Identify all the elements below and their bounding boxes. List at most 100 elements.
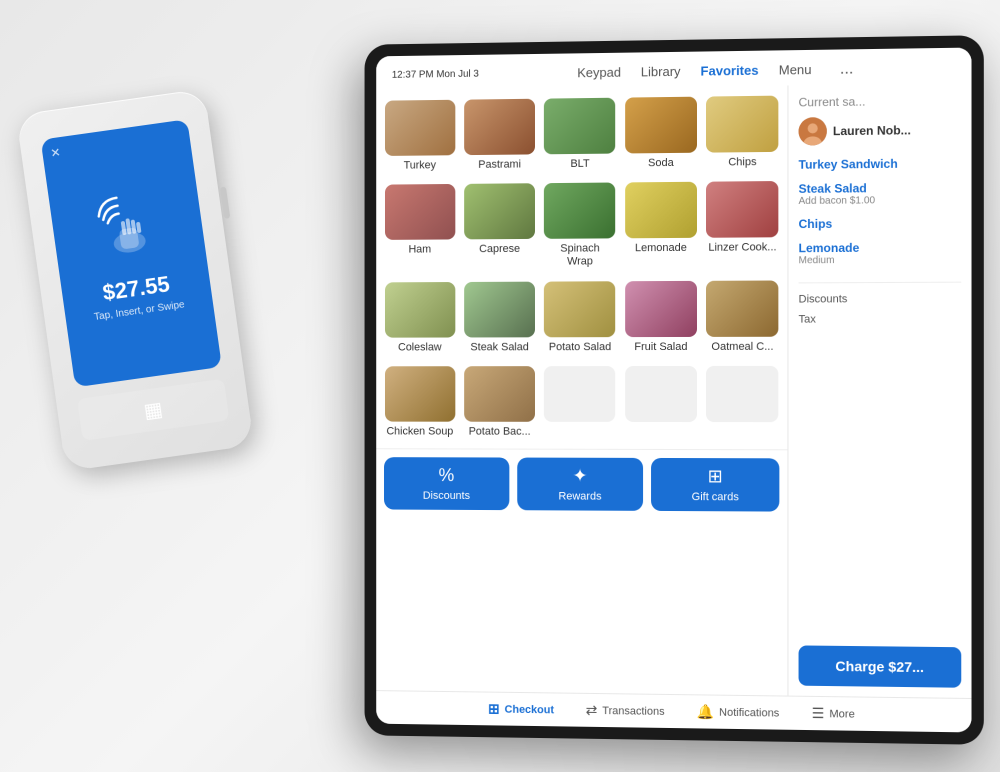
- menu-item-linzer[interactable]: Linzer Cook...: [702, 175, 784, 274]
- more-nav-label: More: [829, 708, 854, 720]
- menu-item-oatmeal[interactable]: Oatmeal C...: [702, 274, 784, 360]
- menu-img-turkey: [385, 100, 455, 156]
- menu-img-oatmeal: [706, 280, 778, 336]
- bottom-nav-transactions[interactable]: ⇄ Transactions: [586, 702, 665, 720]
- menu-item-empty-2: [620, 360, 701, 445]
- tablet-bottom-nav: ⊞ Checkout ⇄ Transactions 🔔 Notification…: [376, 690, 971, 732]
- menu-img-spinach: [544, 183, 615, 239]
- bottom-nav-more[interactable]: ☰ More: [812, 705, 855, 723]
- more-icon: ☰: [812, 705, 825, 722]
- sale-item-sub-steak: Add bacon $1.00: [799, 195, 962, 207]
- sale-item-name-steak: Steak Salad: [799, 180, 962, 196]
- gift-card-icon: ⊞: [708, 466, 723, 487]
- checkout-nav-label: Checkout: [505, 703, 554, 716]
- bottom-nav-notifications[interactable]: 🔔 Notifications: [697, 703, 780, 721]
- menu-label-potato-salad: Potato Salad: [549, 341, 611, 354]
- menu-img-empty-1: [544, 366, 615, 422]
- menu-item-chips[interactable]: Chips: [702, 90, 784, 176]
- menu-item-empty-1: [540, 360, 621, 445]
- menu-img-caprese: [464, 183, 535, 239]
- menu-label-pastrami: Pastrami: [478, 159, 521, 173]
- menu-label-potato-bac: Potato Bac...: [469, 425, 531, 438]
- menu-label-ham: Ham: [408, 244, 431, 257]
- reader-amount: $27.55: [101, 271, 171, 306]
- menu-item-ham[interactable]: Ham: [380, 178, 460, 276]
- reader-body: ✕ $27.55 Tap, Insert, or S: [16, 89, 254, 472]
- discount-icon: %: [439, 465, 455, 486]
- charge-button[interactable]: Charge $27...: [799, 645, 962, 687]
- menu-label-lemonade: Lemonade: [635, 242, 687, 256]
- reader-side-button[interactable]: [220, 186, 230, 219]
- sale-customer[interactable]: Lauren Nob...: [799, 116, 962, 146]
- sale-item-lemonade[interactable]: Lemonade Medium: [799, 240, 962, 266]
- menu-item-chicken-soup[interactable]: Chicken Soup: [380, 360, 460, 444]
- menu-label-oatmeal: Oatmeal C...: [711, 340, 773, 353]
- menu-label-coleslaw: Coleslaw: [398, 341, 442, 354]
- nav-keypad[interactable]: Keypad: [577, 61, 621, 85]
- nav-favorites[interactable]: Favorites: [701, 59, 759, 83]
- menu-img-potato-bac: [464, 366, 535, 422]
- menu-item-lemonade[interactable]: Lemonade: [620, 176, 701, 275]
- sale-item-steak-salad[interactable]: Steak Salad Add bacon $1.00: [799, 180, 962, 207]
- menu-item-empty-3: [702, 360, 784, 446]
- sale-title: Current sa...: [799, 93, 962, 109]
- discounts-row-label: Discounts: [799, 293, 848, 305]
- sale-item-turkey-sandwich[interactable]: Turkey Sandwich: [799, 156, 962, 172]
- menu-label-linzer: Linzer Cook...: [708, 241, 776, 255]
- menu-item-spinach-wrap[interactable]: SpinachWrap: [540, 177, 621, 276]
- transactions-nav-label: Transactions: [602, 705, 664, 718]
- menu-img-steak-salad: [464, 281, 535, 337]
- menu-label-spinach-wrap: SpinachWrap: [560, 243, 599, 270]
- menu-item-blt[interactable]: BLT: [540, 92, 621, 178]
- card-chip-icon: ▦: [142, 396, 164, 423]
- card-reader: ✕ $27.55 Tap, Insert, or S: [40, 100, 260, 520]
- tax-row-label: Tax: [799, 314, 816, 326]
- tablet-content: Turkey Pastrami BLT Soda: [376, 83, 971, 698]
- notifications-icon: 🔔: [697, 703, 714, 720]
- menu-img-empty-3: [706, 366, 778, 422]
- bottom-nav-checkout[interactable]: ⊞ Checkout: [488, 701, 554, 719]
- menu-img-potato-salad: [544, 281, 615, 337]
- avatar-img: [799, 117, 827, 145]
- menu-label-blt: BLT: [570, 158, 589, 171]
- menu-item-potato-bac[interactable]: Potato Bac...: [460, 360, 540, 445]
- gift-cards-button[interactable]: ⊞ Gift cards: [651, 458, 779, 512]
- menu-item-potato-salad[interactable]: Potato Salad: [540, 275, 621, 360]
- transactions-icon: ⇄: [586, 702, 598, 719]
- rewards-button[interactable]: ✦ Rewards: [517, 457, 643, 510]
- tablet: 12:37 PM Mon Jul 3 Keypad Library Favori…: [365, 35, 984, 745]
- close-icon[interactable]: ✕: [50, 145, 62, 160]
- menu-label-chips: Chips: [728, 156, 756, 170]
- gift-cards-label: Gift cards: [692, 491, 739, 503]
- sale-panel: Current sa... Lauren Nob...: [788, 83, 971, 698]
- nav-more-icon[interactable]: ...: [840, 60, 854, 78]
- nav-menu[interactable]: Menu: [779, 58, 812, 82]
- scene: ✕ $27.55 Tap, Insert, or S: [0, 0, 1000, 772]
- menu-item-soda[interactable]: Soda: [620, 91, 701, 177]
- nav-library[interactable]: Library: [641, 60, 681, 84]
- discounts-label: Discounts: [423, 490, 470, 502]
- menu-panel: Turkey Pastrami BLT Soda: [376, 85, 788, 695]
- menu-img-linzer: [706, 181, 778, 238]
- menu-item-coleslaw[interactable]: Coleslaw: [380, 276, 460, 361]
- sale-item-chips[interactable]: Chips: [799, 216, 962, 231]
- sale-row-tax: Tax: [799, 313, 962, 326]
- sale-item-sub-lemonade: Medium: [799, 254, 962, 266]
- menu-item-pastrami[interactable]: Pastrami: [460, 93, 540, 178]
- menu-grid: Turkey Pastrami BLT Soda: [376, 85, 787, 449]
- menu-label-soda: Soda: [648, 157, 674, 170]
- tablet-time: 12:37 PM Mon Jul 3: [392, 69, 479, 81]
- menu-label-turkey: Turkey: [404, 159, 436, 172]
- menu-img-fruit-salad: [625, 280, 697, 336]
- customer-avatar: [799, 117, 827, 145]
- menu-item-caprese[interactable]: Caprese: [460, 177, 540, 275]
- discounts-button[interactable]: % Discounts: [384, 457, 509, 510]
- menu-img-chicken-soup: [385, 366, 455, 421]
- reader-card-slot[interactable]: ▦: [77, 379, 229, 441]
- reader-screen: ✕ $27.55 Tap, Insert, or S: [41, 119, 222, 387]
- menu-item-steak-salad[interactable]: Steak Salad: [460, 275, 540, 360]
- tablet-nav: Keypad Library Favorites Menu ...: [479, 56, 955, 86]
- menu-img-ham: [385, 184, 455, 240]
- menu-item-fruit-salad[interactable]: Fruit Salad: [620, 274, 701, 359]
- menu-item-turkey[interactable]: Turkey: [380, 94, 460, 179]
